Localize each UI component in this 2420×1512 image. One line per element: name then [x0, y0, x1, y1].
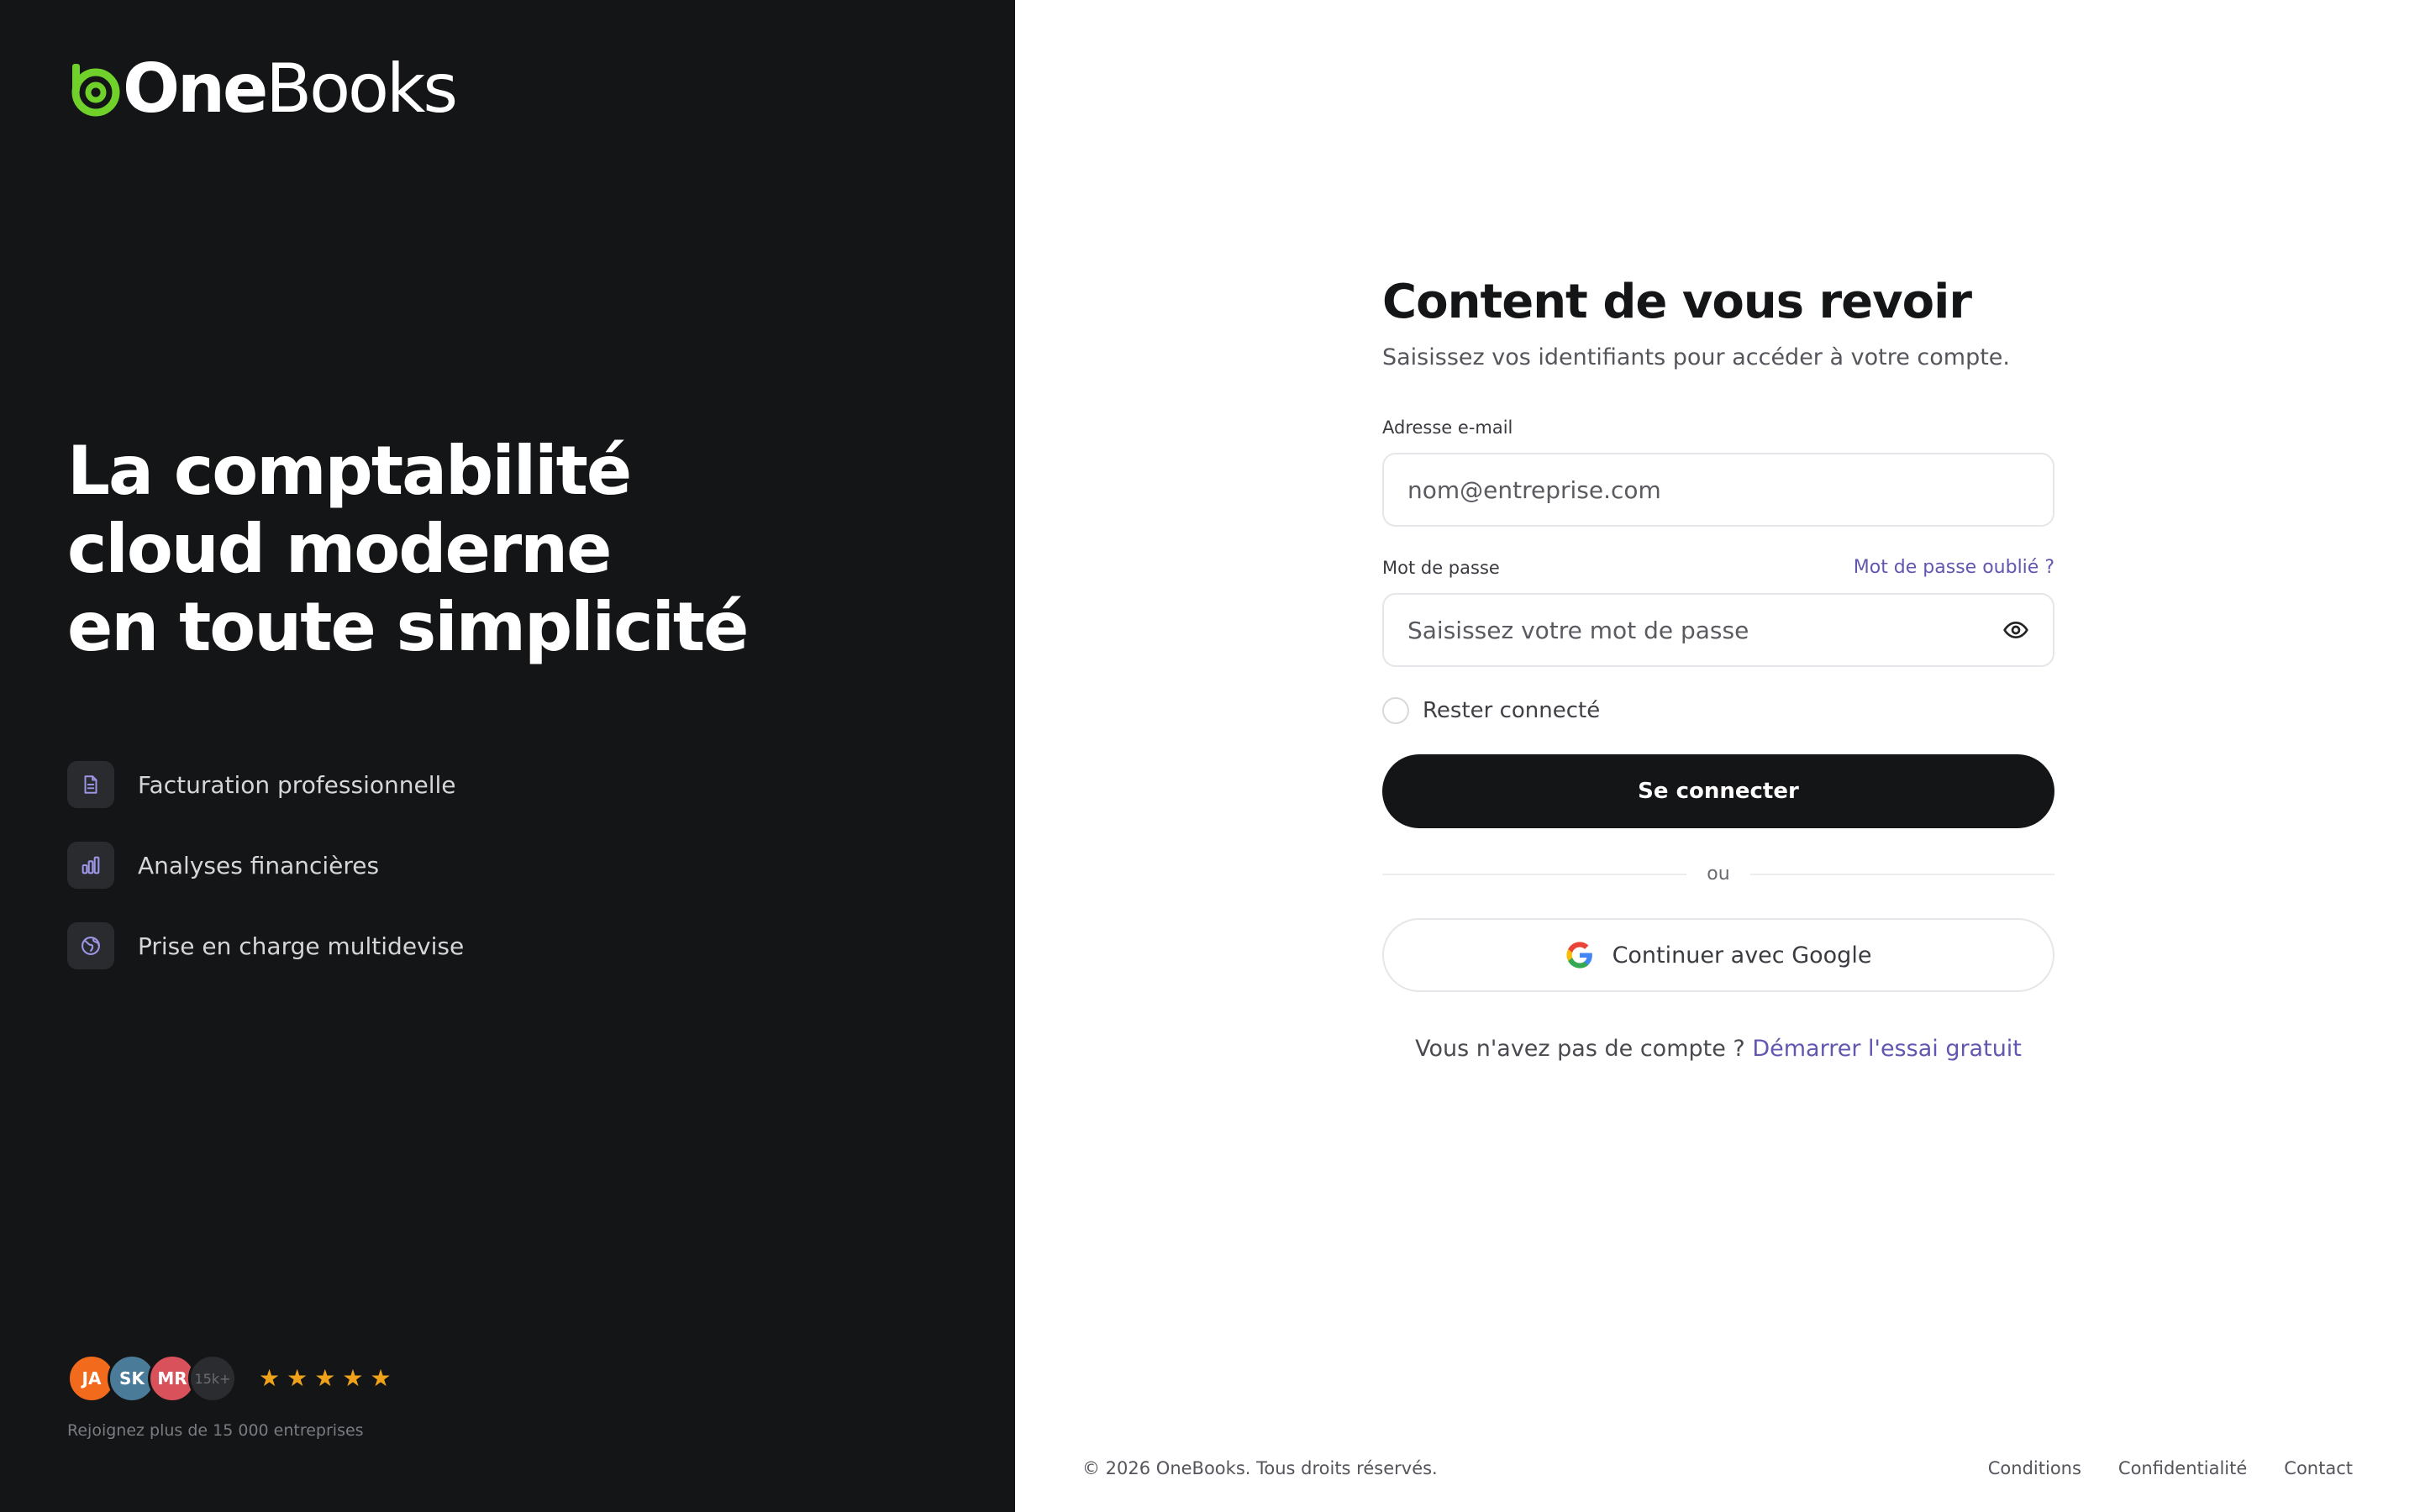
- email-label: Adresse e-mail: [1382, 417, 1513, 438]
- signup-prompt-text: Vous n'avez pas de compte ?: [1415, 1036, 1753, 1062]
- feature-item-multicurrency: Prise en charge multidevise: [67, 922, 464, 969]
- star-icon: ★: [287, 1364, 308, 1392]
- footer-link-terms[interactable]: Conditions: [1988, 1458, 2081, 1478]
- page-subtitle: Saisissez vos identifiants pour accéder …: [1382, 344, 2010, 370]
- feature-item-analytics: Analyses financières: [67, 842, 464, 889]
- or-divider: ou: [1382, 864, 2054, 885]
- google-button-label: Continuer avec Google: [1612, 942, 1872, 969]
- avatar-stack: JA SK MR 15k+: [67, 1354, 237, 1403]
- eye-icon[interactable]: [2002, 617, 2029, 643]
- footer-link-contact[interactable]: Contact: [2284, 1458, 2353, 1478]
- footer: © 2026 OneBooks. Tous droits réservés. C…: [1082, 1458, 2353, 1478]
- copyright-text: © 2026 OneBooks. Tous droits réservés.: [1082, 1458, 1438, 1478]
- brand-logo[interactable]: OneBooks: [67, 55, 458, 123]
- hero-headline: La comptabilité cloud moderne en toute s…: [67, 432, 908, 666]
- divider-line: [1382, 873, 1687, 875]
- star-icon: ★: [342, 1364, 364, 1392]
- headline-line-2: cloud moderne: [67, 510, 612, 588]
- login-page: OneBooks La comptabilité cloud moderne e…: [0, 0, 2420, 1512]
- sign-in-button[interactable]: Se connecter: [1382, 754, 2054, 828]
- headline-line-1: La comptabilité: [67, 432, 632, 510]
- bar-chart-icon: [67, 842, 114, 889]
- avatar-count: 15k+: [188, 1354, 237, 1403]
- forgot-password-link[interactable]: Mot de passe oublié ?: [1854, 557, 2054, 578]
- footer-links: Conditions Confidentialité Contact: [1951, 1458, 2353, 1478]
- social-proof-caption: Rejoignez plus de 15 000 entreprises: [67, 1421, 364, 1440]
- brand-wordmark: OneBooks: [123, 55, 458, 123]
- page-title: Content de vous revoir: [1382, 275, 1972, 329]
- login-panel: Content de vous revoir Saisissez vos ide…: [1015, 0, 2420, 1512]
- star-icon: ★: [370, 1364, 392, 1392]
- star-icon: ★: [259, 1364, 281, 1392]
- feature-list: Facturation professionnelle Analyses fin…: [67, 761, 464, 1003]
- social-proof: JA SK MR 15k+ ★ ★ ★ ★ ★: [67, 1354, 398, 1403]
- password-label-row: Mot de passe Mot de passe oublié ?: [1382, 557, 2054, 578]
- marketing-panel: OneBooks La comptabilité cloud moderne e…: [0, 0, 1015, 1512]
- brand-name-part1: One: [123, 50, 268, 128]
- globe-icon: [67, 922, 114, 969]
- email-field[interactable]: [1382, 453, 2054, 527]
- brand-name-part2: Books: [266, 50, 458, 128]
- login-form: Content de vous revoir Saisissez vos ide…: [1382, 272, 2054, 1062]
- password-label: Mot de passe: [1382, 557, 1500, 578]
- feature-item-invoicing: Facturation professionnelle: [67, 761, 464, 808]
- divider-line: [1749, 873, 2054, 875]
- start-trial-link[interactable]: Démarrer l'essai gratuit: [1752, 1036, 2022, 1062]
- email-input[interactable]: [1407, 475, 2029, 504]
- feature-label: Analyses financières: [138, 851, 380, 879]
- remember-me-checkbox[interactable]: [1382, 697, 1409, 724]
- password-input[interactable]: [1407, 616, 2002, 644]
- feature-label: Prise en charge multidevise: [138, 932, 465, 960]
- google-sign-in-button[interactable]: Continuer avec Google: [1382, 918, 2054, 992]
- signup-prompt: Vous n'avez pas de compte ? Démarrer l'e…: [1382, 1036, 2054, 1062]
- google-icon: [1565, 942, 1592, 969]
- onebooks-logo-icon: [71, 64, 120, 117]
- remember-me-label[interactable]: Rester connecté: [1423, 698, 1600, 723]
- feature-label: Facturation professionnelle: [138, 770, 456, 799]
- password-field[interactable]: [1382, 593, 2054, 667]
- footer-link-privacy[interactable]: Confidentialité: [2118, 1458, 2247, 1478]
- rating-stars: ★ ★ ★ ★ ★: [259, 1367, 398, 1390]
- divider-text: ou: [1707, 864, 1730, 885]
- remember-me[interactable]: Rester connecté: [1382, 697, 2054, 724]
- document-icon: [67, 761, 114, 808]
- headline-line-3: en toute simplicité: [67, 588, 749, 666]
- star-icon: ★: [314, 1364, 336, 1392]
